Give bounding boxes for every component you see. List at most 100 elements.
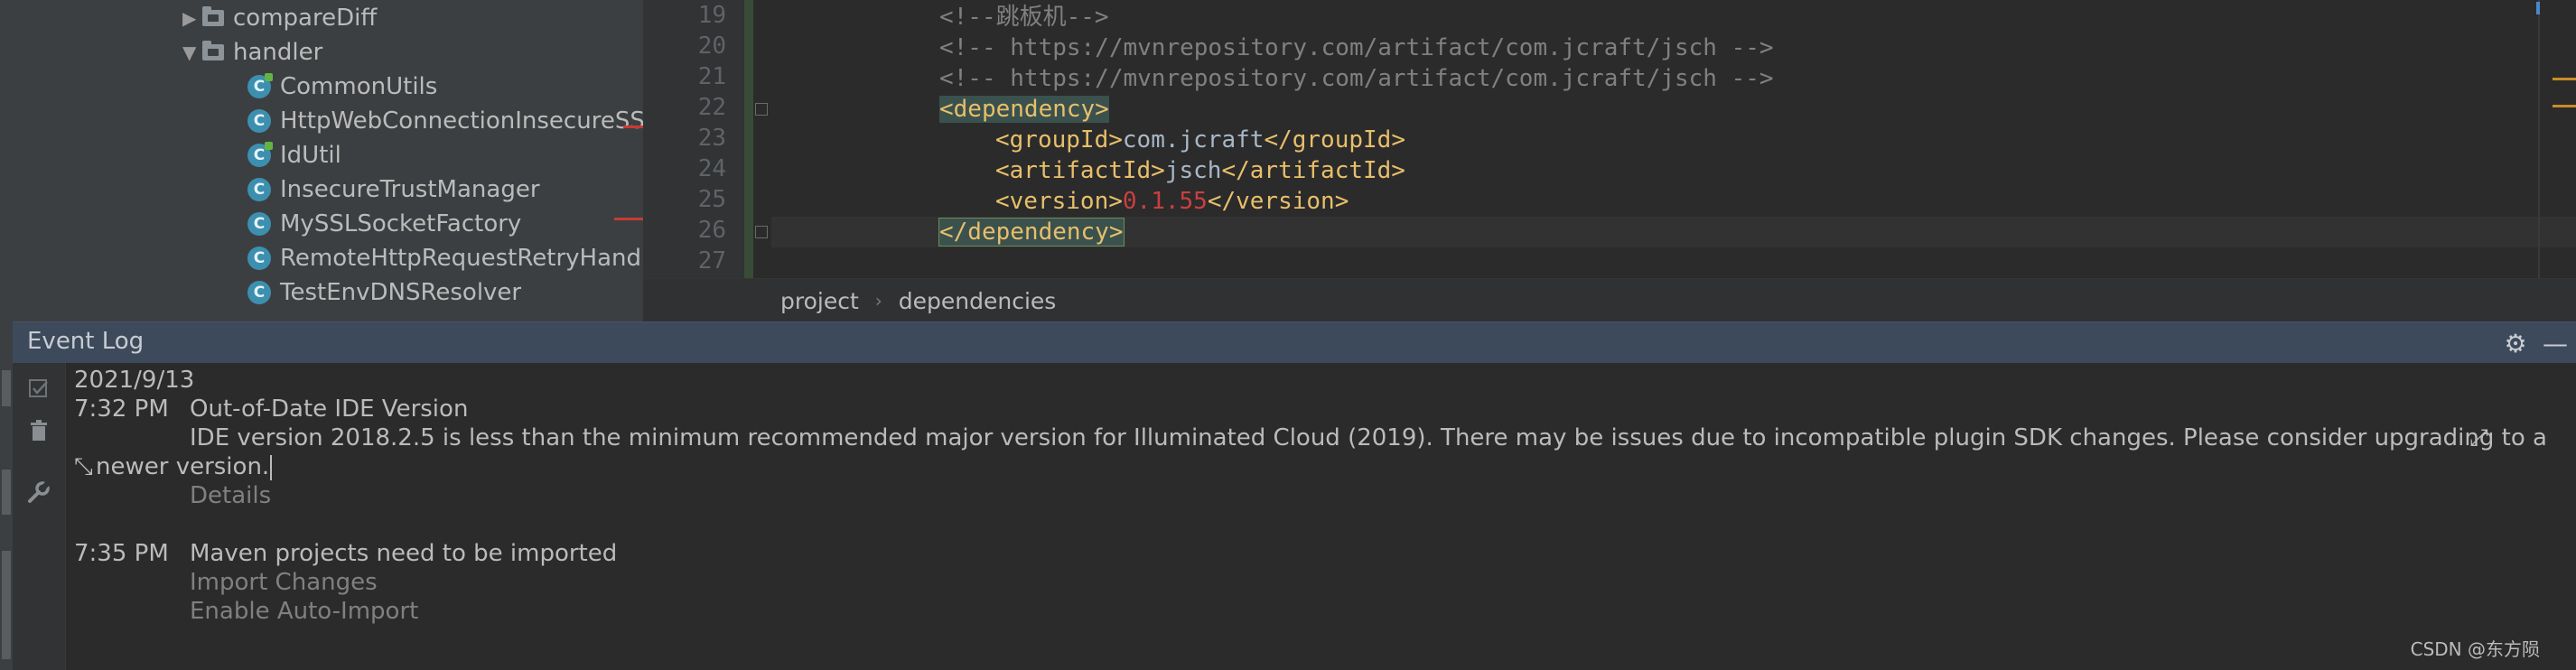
breadcrumb: project › dependencies [643, 278, 2576, 322]
warning-stripe-mark[interactable] [2553, 78, 2576, 80]
tree-item-label: CommonUtils [280, 73, 438, 100]
xml-comment: <!-- https://mvnrepository.com/artifact/… [939, 34, 1774, 61]
tree-item-commonutils[interactable]: C CommonUtils [247, 70, 437, 104]
wrap-icon: ⤡ [74, 453, 93, 480]
line-number: 20 [697, 33, 726, 60]
code-line-22: <dependency> [771, 94, 2576, 125]
log-time: 7:35 PM [74, 540, 169, 567]
xml-tag: </groupId> [1264, 126, 1405, 154]
tree-item-label: MySSLSocketFactory [280, 210, 522, 237]
folder-icon [202, 6, 224, 26]
watermark: CSDN @东方陨 [2410, 638, 2540, 660]
text-caret [270, 454, 273, 480]
log-entry-message: IDE version 2018.2.5 is less than the mi… [190, 424, 2547, 451]
tree-item-httpwebconnectioninsecuressl[interactable]: C HttpWebConnectionInsecureSSL [247, 104, 643, 138]
log-entry-message-line2: newer version. [96, 453, 270, 480]
code-area[interactable]: <!--跳板机--> <!-- https://mvnrepository.co… [771, 0, 2576, 278]
expand-arrow-icon[interactable]: ▶ [182, 7, 202, 29]
minimize-icon[interactable]: — [2542, 329, 2569, 358]
tree-item-label: IdUtil [280, 142, 341, 169]
tree-item-mysslsocketfactory[interactable]: C MySSLSocketFactory [247, 207, 521, 241]
error-stripe[interactable] [2538, 0, 2540, 278]
class-icon: C [247, 212, 271, 236]
line-number: 25 [697, 186, 726, 213]
gear-icon[interactable]: ⚙ [2502, 329, 2529, 358]
breadcrumb-separator: › [874, 290, 882, 312]
tree-item-comparediff[interactable]: ▶ compareDiff [182, 1, 377, 35]
tree-item-handler[interactable]: ▼ handler [182, 35, 322, 70]
expand-icon[interactable]: ⤢ [2469, 424, 2488, 452]
breadcrumb-item-dependencies[interactable]: dependencies [899, 288, 1057, 314]
tree-item-remotehttprequestretryhandle[interactable]: C RemoteHttpRequestRetryHandle [247, 241, 643, 275]
strip-marker [2, 470, 11, 515]
editor-gutter: 19 20 21 22 23 24 25 26 27 [643, 0, 750, 278]
code-line-24: <artifactId>jsch</artifactId> [771, 155, 2576, 186]
code-line-26: </dependency> [771, 217, 2576, 247]
folder-icon [202, 41, 224, 60]
tree-item-label: RemoteHttpRequestRetryHandle [280, 245, 643, 272]
log-date: 2021/9/13 [74, 367, 195, 394]
line-number: 22 [697, 94, 726, 121]
xml-comment: <!-- https://mvnrepository.com/artifact/… [939, 65, 1774, 92]
details-link[interactable]: Details [190, 482, 271, 509]
mark-all-read-icon[interactable] [25, 376, 52, 403]
xml-comment: <!--跳板机--> [939, 4, 1109, 31]
inspection-indicator[interactable] [2536, 2, 2540, 14]
xml-text: com.jcraft [1122, 126, 1265, 154]
line-number: 27 [697, 247, 726, 275]
class-icon: C [247, 178, 271, 201]
tree-item-label: InsecureTrustManager [280, 176, 540, 203]
wrench-icon[interactable] [25, 479, 52, 506]
line-number: 23 [697, 125, 726, 152]
log-time: 7:32 PM [74, 395, 169, 423]
warning-stripe-mark[interactable] [2553, 105, 2576, 107]
tree-item-insecuretrustmanager[interactable]: C InsecureTrustManager [247, 172, 540, 207]
xml-number: 0.1.55 [1122, 188, 1208, 215]
class-icon: C [247, 109, 271, 133]
tree-item-label: HttpWebConnectionInsecureSSL [280, 107, 643, 135]
xml-tag: <version> [995, 188, 1123, 215]
class-icon: C [247, 73, 273, 98]
tree-item-idutil[interactable]: C IdUtil [247, 138, 341, 172]
line-number: 26 [697, 217, 726, 244]
fold-marker-icon[interactable] [755, 103, 768, 116]
log-entry-title: Maven projects need to be imported [190, 540, 618, 567]
tree-item-label: TestEnvDNSResolver [280, 279, 522, 306]
error-marker [623, 126, 643, 128]
log-entry-message-cont: newer version. [96, 453, 273, 480]
event-log-header: Event Log ⚙ — [13, 321, 2576, 363]
collapse-arrow-icon[interactable]: ▼ [182, 42, 202, 63]
error-marker [614, 218, 643, 220]
xml-tag: </dependency> [938, 218, 1125, 247]
code-line-23: <groupId>com.jcraft</groupId> [771, 125, 2576, 155]
class-icon: C [247, 247, 271, 270]
class-icon: C [247, 142, 273, 167]
class-icon: C [247, 281, 271, 304]
tree-item-testenvdnsresolver[interactable]: C TestEnvDNSResolver [247, 275, 521, 310]
project-tree: ▶ compareDiff ▼ handler C CommonUtils C … [13, 0, 643, 321]
line-number: 21 [697, 63, 726, 90]
code-editor[interactable]: 19 20 21 22 23 24 25 26 27 <!--跳板机--> <!… [643, 0, 2576, 321]
xml-tag: </version> [1207, 188, 1349, 215]
strip-marker [2, 551, 11, 659]
trash-icon[interactable] [25, 417, 52, 444]
code-line-25: <version>0.1.55</version> [771, 186, 2576, 217]
breadcrumb-item-project[interactable]: project [780, 288, 859, 314]
xml-tag: <groupId> [995, 126, 1123, 154]
left-tool-strip [0, 0, 14, 670]
tree-item-label: compareDiff [233, 5, 378, 32]
xml-tag: </artifactId> [1221, 157, 1405, 184]
xml-tag: <dependency> [939, 96, 1109, 123]
event-log-toolbar [13, 363, 66, 670]
fold-marker-icon[interactable] [755, 226, 768, 238]
code-line-19: <!--跳板机--> [771, 2, 2576, 33]
enable-auto-import-link[interactable]: Enable Auto-Import [190, 598, 418, 625]
vcs-change-bar [744, 0, 753, 278]
import-changes-link[interactable]: Import Changes [190, 569, 378, 596]
line-number: 24 [697, 155, 726, 182]
strip-marker [2, 370, 11, 406]
tree-item-label: handler [233, 39, 323, 66]
code-line-21: <!-- https://mvnrepository.com/artifact/… [771, 63, 2576, 94]
code-line-20: <!-- https://mvnrepository.com/artifact/… [771, 33, 2576, 63]
